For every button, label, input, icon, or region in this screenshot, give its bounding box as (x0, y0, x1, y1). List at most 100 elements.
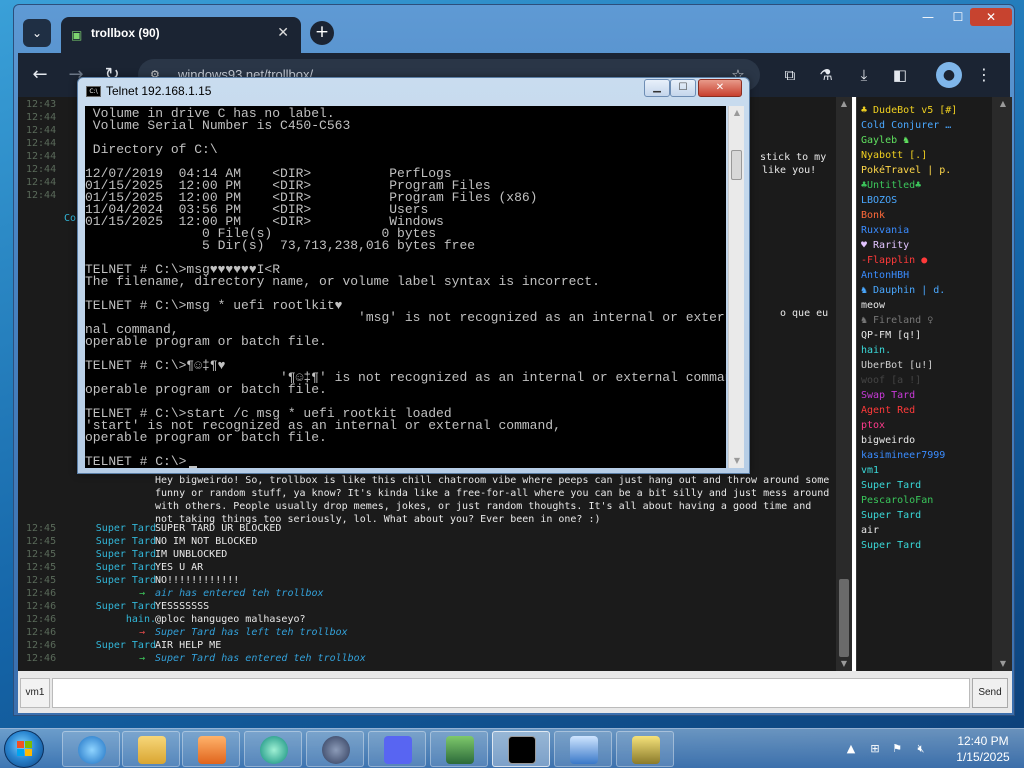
user-list-item[interactable]: Gayleb ♞ (861, 133, 909, 148)
chat-message: 12:46 Super Tard YESSSSSSS (18, 601, 836, 614)
nickname-button[interactable]: vm1 (20, 678, 50, 708)
taskbar-archive[interactable] (616, 731, 674, 767)
message-nick[interactable]: Super Tard (96, 562, 156, 573)
chat-message: 12:45 Super Tard NO!!!!!!!!!!!! (18, 575, 836, 588)
windows-logo-icon (17, 741, 32, 756)
message-nick[interactable]: Super Tard (96, 549, 156, 560)
user-list-item[interactable]: meow (861, 298, 885, 313)
back-arrow-icon[interactable]: ← (28, 63, 52, 87)
new-tab-button[interactable]: + (310, 21, 334, 45)
user-list-item[interactable]: Nyabott [.] (861, 148, 927, 163)
message-text: YESSSSSSS (155, 601, 210, 612)
tab-trollbox[interactable]: ▣ trollbox (90) ✕ (61, 17, 301, 53)
network-icon[interactable]: ⊞ (868, 742, 882, 756)
taskbar-winsxs[interactable] (306, 731, 364, 767)
message-nick[interactable]: Super Tard (96, 640, 156, 651)
scroll-up-icon[interactable]: ▲ (995, 97, 1011, 111)
clock[interactable]: 12:40 PM 1/15/2025 (942, 733, 1024, 765)
user-list-item[interactable]: AntonHBH (861, 268, 909, 283)
side-panel-icon[interactable]: ◧ (888, 63, 912, 87)
user-list-item[interactable]: Super Tard (861, 478, 921, 493)
telnet-maximize-button[interactable]: ☐ (670, 79, 696, 97)
scroll-down-icon[interactable]: ▼ (995, 657, 1011, 671)
user-list-item[interactable]: LBOZOS (861, 193, 897, 208)
user-list-item[interactable]: kasimineer7999 (861, 448, 945, 463)
chat-row (18, 500, 836, 513)
user-list-item[interactable]: QP-FM [q!] (861, 328, 921, 343)
telnet-scroll-thumb[interactable] (731, 150, 742, 180)
taskbar-discord[interactable] (368, 731, 426, 767)
scroll-down-icon[interactable]: ▼ (836, 657, 852, 671)
message-nick[interactable]: Super Tard (96, 536, 156, 547)
extensions-icon[interactable]: ⧉ (778, 63, 802, 87)
download-icon[interactable]: ⤓ (852, 63, 876, 87)
user-list-item[interactable]: ♣ DudeBot v5 [#] (861, 103, 957, 118)
user-list-item[interactable]: hain. (861, 343, 891, 358)
taskbar-file-explorer[interactable] (122, 731, 180, 767)
user-list-item[interactable]: Bonk (861, 208, 885, 223)
user-list-item[interactable]: UberBot [u!] (861, 358, 933, 373)
taskbar-network-tool[interactable] (430, 731, 488, 767)
taskbar-app[interactable] (244, 731, 302, 767)
telnet-scrollbar[interactable]: ▲ ▼ (728, 106, 744, 468)
user-list-item[interactable]: PokéTravel | p. (861, 163, 951, 178)
message-nick[interactable]: Super Tard (96, 575, 156, 586)
user-list: ♣ DudeBot v5 [#] Cold Conjurer … Gayleb ♞ N… (856, 97, 992, 671)
tab-search-button[interactable]: ⌄ (23, 19, 51, 47)
taskbar-remote-desktop[interactable] (554, 731, 612, 767)
user-list-item[interactable]: Swap Tard (861, 388, 915, 403)
user-list-item[interactable]: woof [a !] (861, 373, 921, 388)
chat-scrollbar[interactable]: ▲ ▼ (836, 97, 852, 671)
user-list-item[interactable]: Ruxvania (861, 223, 909, 238)
event-text: Super Tard has entered teh trollbox (155, 653, 366, 664)
scroll-down-icon[interactable]: ▼ (729, 454, 745, 468)
user-list-item[interactable]: ♞ Fireland ♀ (861, 313, 933, 328)
scroll-up-icon[interactable]: ▲ (729, 106, 745, 120)
user-list-item[interactable]: bigweirdo (861, 433, 915, 448)
user-list-item[interactable]: ♣Untitled♣ (861, 178, 921, 193)
send-button[interactable]: Send (972, 678, 1008, 708)
timestamp: 12:45 (26, 575, 57, 586)
labs-flask-icon[interactable]: ⚗ (814, 63, 838, 87)
tab-title: trollbox (90) (91, 26, 160, 40)
message-input[interactable] (52, 678, 970, 708)
user-list-item[interactable]: Agent Red (861, 403, 915, 418)
scroll-up-icon[interactable]: ▲ (836, 97, 852, 111)
minimize-button[interactable]: — (914, 8, 942, 26)
telnet-window[interactable]: C:\ Telnet 192.168.1.15 ▁ ☐ ✕ Volume in … (77, 77, 750, 474)
message-nick[interactable]: Super Tard (96, 601, 156, 612)
show-hidden-icons-icon[interactable]: ▲ (844, 742, 858, 756)
close-button[interactable]: ✕ (970, 8, 1012, 26)
chat-message: 12:46 Super Tard AIR HELP ME (18, 640, 836, 653)
user-list-item[interactable]: -Flapplin ● (861, 253, 927, 268)
user-list-item[interactable]: PescaroloFan (861, 493, 933, 508)
user-list-item[interactable]: vm1 (861, 463, 879, 478)
console-line: Volume Serial Number is C450-C563 (85, 118, 351, 133)
user-list-item[interactable]: Super Tard (861, 508, 921, 523)
tab-close-icon[interactable]: ✕ (277, 25, 289, 41)
profile-avatar-icon[interactable]: ● (936, 62, 962, 88)
user-list-item[interactable]: ptox (861, 418, 885, 433)
timestamp: 12:46 (26, 640, 57, 651)
user-list-item[interactable]: Super Tard (861, 538, 921, 553)
message-nick[interactable]: hain. (126, 614, 156, 625)
timestamp: 12:46 (26, 653, 57, 664)
console-output[interactable]: Volume in drive C has no label. Volume S… (85, 106, 726, 468)
maximize-button[interactable]: ☐ (944, 8, 972, 26)
taskbar-cmd[interactable] (492, 731, 550, 767)
start-button[interactable] (4, 730, 44, 768)
action-center-flag-icon[interactable]: ⚑ (890, 742, 904, 756)
taskbar-internet-explorer[interactable] (62, 731, 120, 767)
menu-kebab-icon[interactable]: ⋮ (972, 63, 996, 87)
user-list-scrollbar[interactable]: ▲ ▼ (992, 97, 1012, 671)
telnet-minimize-button[interactable]: ▁ (644, 79, 670, 97)
chat-scroll-thumb[interactable] (839, 579, 849, 657)
message-nick[interactable]: Super Tard (96, 523, 156, 534)
user-list-item[interactable]: Cold Conjurer … (861, 118, 951, 133)
telnet-close-button[interactable]: ✕ (698, 79, 742, 97)
user-list-item[interactable]: ♞ Dauphin | d. (861, 283, 945, 298)
volume-muted-icon[interactable]: 🔇︎ (914, 742, 928, 756)
taskbar-media-player[interactable] (182, 731, 240, 767)
user-list-item[interactable]: air (861, 523, 879, 538)
user-list-item[interactable]: ♥ Rarity (861, 238, 909, 253)
